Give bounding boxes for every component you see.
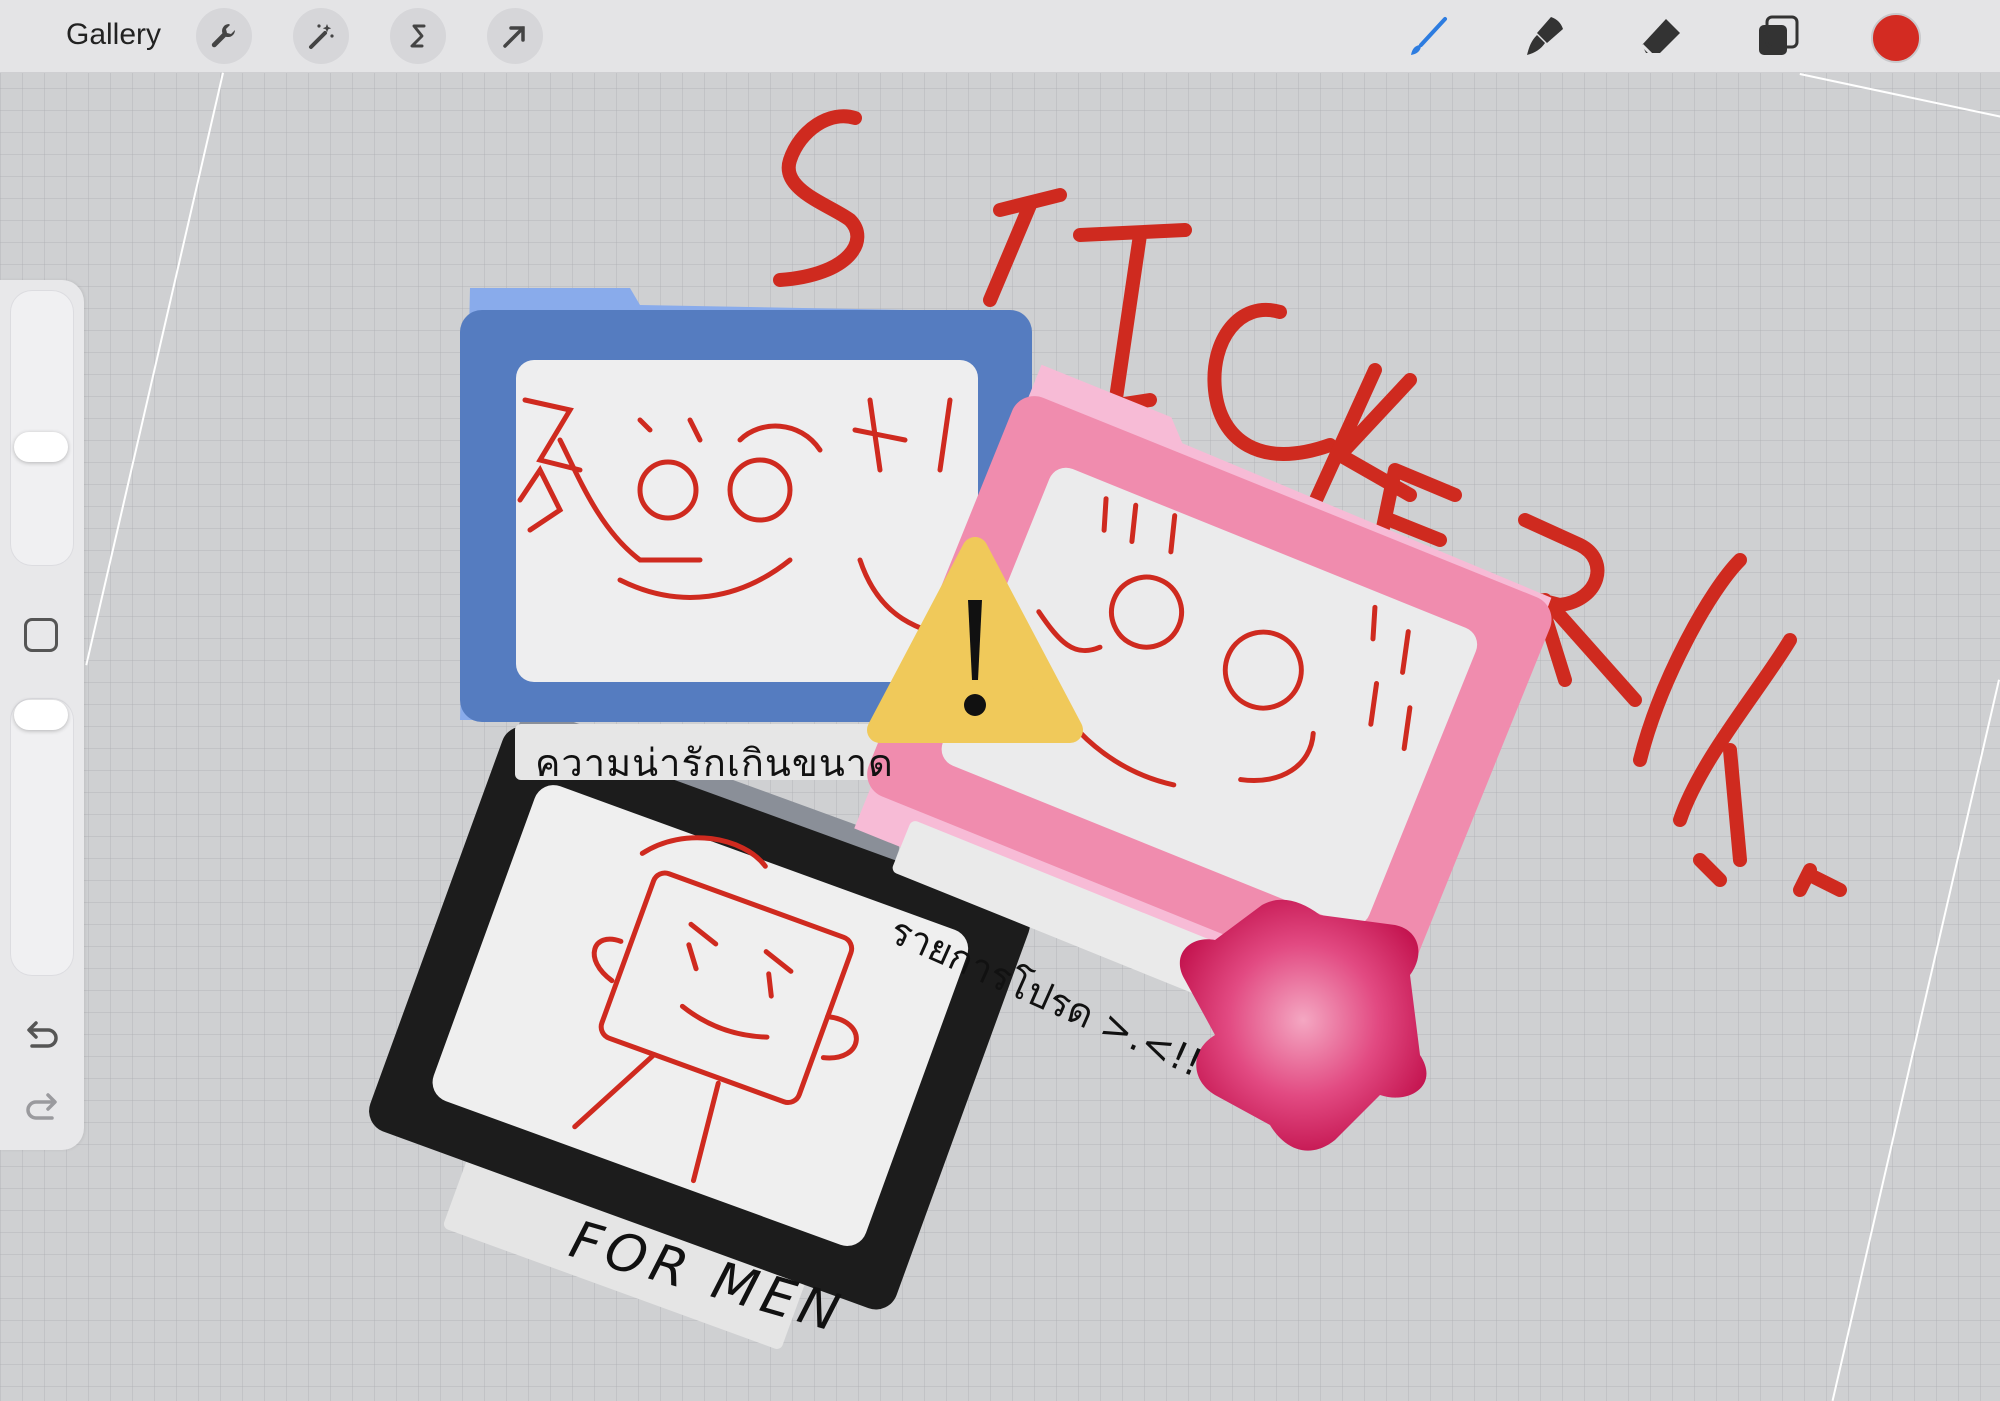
blue-folder-caption: ความน่ารักเกินขนาด (535, 741, 894, 785)
artwork-layer (369, 109, 1847, 1349)
